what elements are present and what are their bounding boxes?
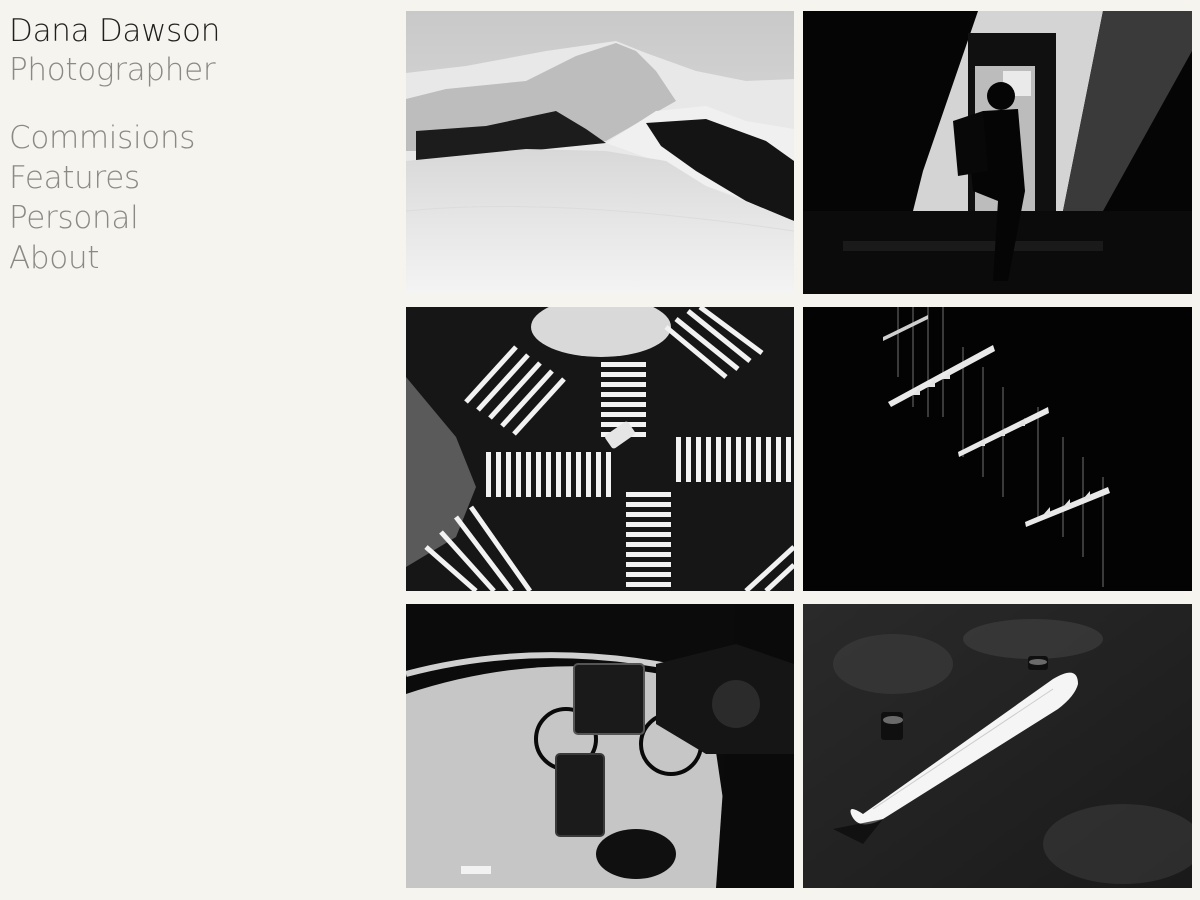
photo-crosswalk-aerial[interactable]	[406, 307, 794, 591]
sidebar: Dana Dawson Photographer Commisions Feat…	[9, 12, 389, 278]
main-nav: Commisions Features Personal About	[9, 118, 389, 278]
photo-silhouette-walker[interactable]	[803, 11, 1192, 294]
photo-cyclist-overhead[interactable]	[406, 604, 794, 888]
photo-stair-shadows[interactable]	[803, 307, 1192, 591]
stair-shadows-image	[803, 307, 1192, 591]
site-title[interactable]: Dana Dawson	[9, 12, 389, 50]
photo-gallery	[406, 11, 1192, 888]
site-subtitle: Photographer	[9, 52, 216, 88]
silhouette-walker-image	[803, 11, 1192, 294]
portfolio-page: Dana Dawson Photographer Commisions Feat…	[0, 0, 1200, 900]
sand-dunes-image	[406, 11, 794, 294]
nav-item-commisions[interactable]: Commisions	[9, 118, 389, 158]
cyclist-overhead-image	[406, 604, 794, 888]
photo-skateboard[interactable]	[803, 604, 1192, 888]
crosswalk-aerial-image	[406, 307, 794, 591]
nav-item-personal[interactable]: Personal	[9, 198, 389, 238]
photo-sand-dunes[interactable]	[406, 11, 794, 294]
nav-item-features[interactable]: Features	[9, 158, 389, 198]
skateboard-image	[803, 604, 1192, 888]
nav-item-about[interactable]: About	[9, 238, 389, 278]
